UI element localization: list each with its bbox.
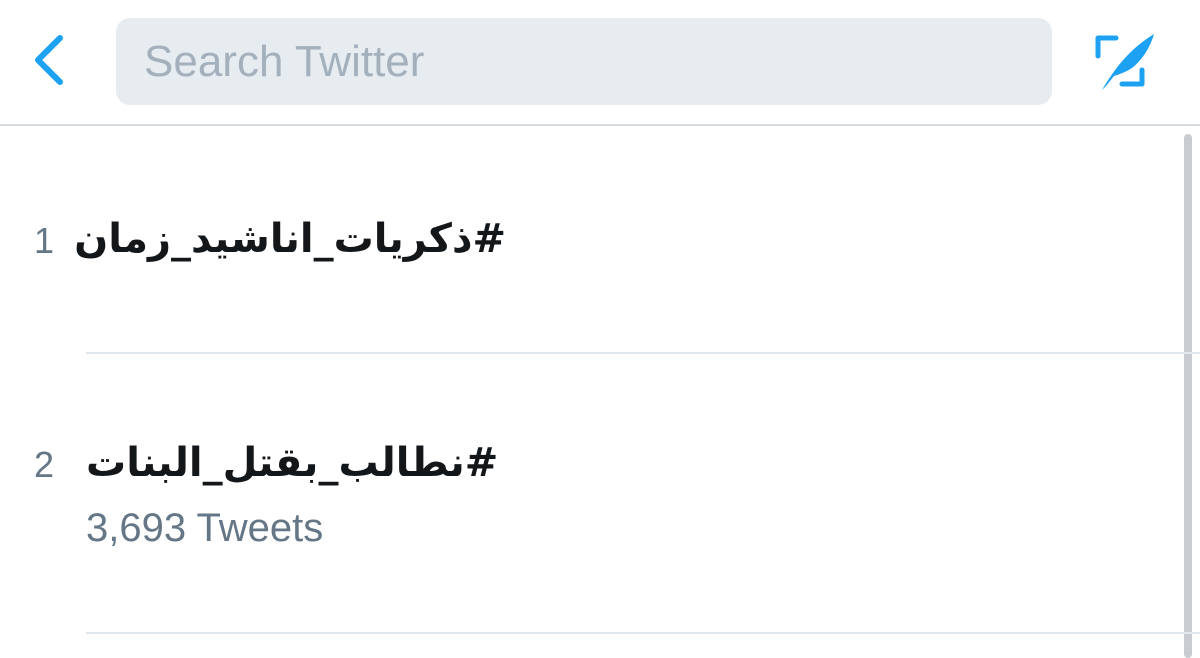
search-input[interactable]	[142, 35, 1026, 88]
compose-tweet-icon	[1095, 34, 1154, 90]
trend-rank: 2	[34, 444, 55, 485]
trend-hashtag: #نطالب_بقتل_البنات	[86, 440, 499, 486]
scrollbar[interactable]	[1184, 134, 1192, 658]
divider	[86, 632, 1200, 634]
trend-item[interactable]: 1 #ذكريات_اناشيد_زمان	[0, 126, 1180, 354]
chevron-left-icon	[35, 35, 63, 85]
top-bar	[0, 0, 1200, 126]
trend-hashtag: #ذكريات_اناشيد_زمان	[74, 216, 506, 262]
trend-rank: 1	[34, 220, 55, 261]
trend-item[interactable]: 2 #نطالب_بقتل_البنات 3,693 Tweets	[0, 354, 1180, 632]
search-box[interactable]	[116, 18, 1052, 105]
compose-tweet-button[interactable]	[1092, 30, 1162, 96]
back-button[interactable]	[24, 30, 80, 90]
trend-tweet-count: 3,693 Tweets	[86, 506, 324, 550]
